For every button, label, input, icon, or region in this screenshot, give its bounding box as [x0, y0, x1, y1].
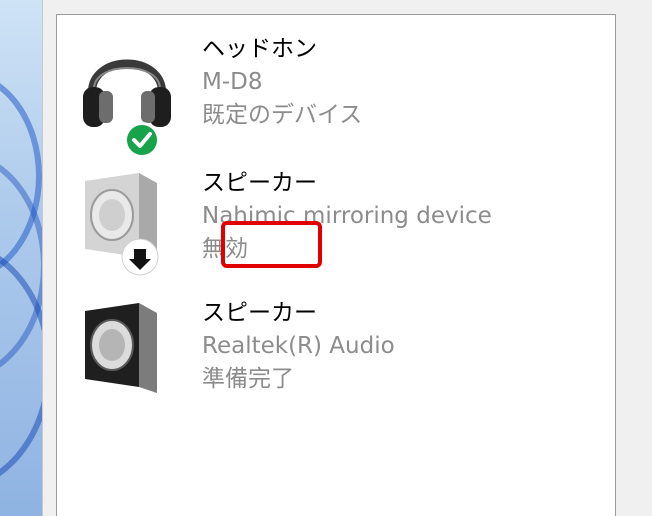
device-name: スピーカー [202, 170, 317, 196]
device-description: M-D8 [202, 69, 263, 95]
desktop-wallpaper [0, 0, 42, 516]
device-text: スピーカー Realtek(R) Audio 準備完了 [202, 297, 395, 396]
device-name: ヘッドホン [202, 36, 317, 62]
device-text: スピーカー Nahimic mirroring device 無効 [202, 167, 492, 266]
device-item-headphones[interactable]: ヘッドホン M-D8 既定のデバイス [57, 33, 597, 158]
device-status: 準備完了 [202, 366, 294, 392]
down-arrow-badge-icon [120, 237, 160, 277]
checkmark-badge-icon [123, 121, 161, 159]
speaker-icon [77, 297, 177, 407]
device-name: スピーカー [202, 300, 317, 326]
device-status: 既定のデバイス [202, 102, 363, 128]
device-item-speaker-realtek[interactable]: スピーカー Realtek(R) Audio 準備完了 [57, 297, 597, 415]
playback-device-list[interactable]: ヘッドホン M-D8 既定のデバイス スピーカー Nahimic mirrori… [56, 14, 616, 516]
device-status: 無効 [202, 236, 248, 262]
device-item-speaker-nahimic[interactable]: スピーカー Nahimic mirroring device 無効 [57, 167, 597, 285]
device-description: Realtek(R) Audio [202, 333, 395, 359]
device-text: ヘッドホン M-D8 既定のデバイス [202, 33, 362, 132]
device-description: Nahimic mirroring device [202, 203, 492, 229]
